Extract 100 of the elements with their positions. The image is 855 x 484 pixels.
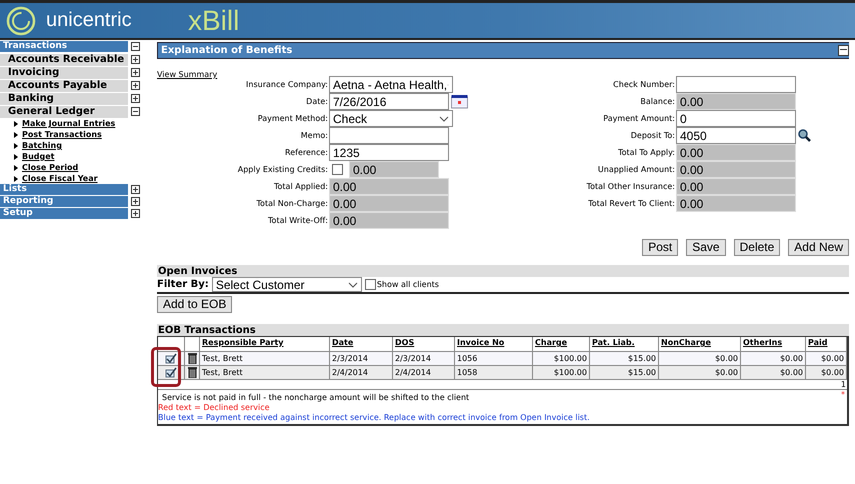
checkbox[interactable]	[332, 164, 343, 175]
input-field[interactable]	[329, 127, 449, 144]
field-label: Apply Existing Credits:	[236, 165, 329, 174]
expand-icon[interactable]	[131, 209, 140, 218]
edit-check-icon[interactable]	[165, 353, 177, 364]
legend-note: Blue text = Payment received against incorrect service. Replace with correct invoice from Open Invoice list.	[158, 413, 591, 423]
legend-note: Red text = Declined service	[158, 403, 271, 413]
collapse-icon[interactable]	[838, 45, 849, 56]
input-field[interactable]: 0	[676, 110, 796, 127]
view-summary-link[interactable]: View Summary	[157, 70, 218, 79]
column-header[interactable]: Pat. Liab.	[590, 337, 659, 351]
highlight-callout	[151, 347, 181, 387]
sidebar-item[interactable]: Banking	[0, 92, 128, 104]
expand-icon[interactable]	[131, 68, 140, 77]
panel-title: Explanation of Benefits	[161, 45, 292, 56]
trash-icon[interactable]	[188, 353, 196, 364]
add-to-eob-button[interactable]: Add to EOB	[157, 296, 232, 313]
sidebar-section[interactable]: Reporting	[0, 196, 128, 207]
readonly-field: 0.00	[676, 178, 796, 195]
expand-icon[interactable]	[131, 81, 140, 90]
sidebar-item[interactable]: Invoicing	[0, 66, 128, 78]
table-cell: $15.00	[590, 365, 659, 379]
sidebar-link[interactable]: Batching	[14, 140, 150, 151]
column-header[interactable]: Invoice No	[455, 337, 533, 351]
product-name: xBill	[188, 4, 240, 36]
field-label: Total Revert To Client:	[587, 199, 676, 208]
sidebar-link[interactable]: Budget	[14, 151, 150, 162]
action-button[interactable]: Save	[686, 239, 726, 256]
sidebar-item[interactable]: Accounts Payable	[0, 80, 128, 92]
sidebar-item[interactable]: Accounts Receivable	[0, 54, 128, 66]
expand-icon[interactable]	[131, 197, 140, 206]
action-button[interactable]: Delete	[734, 239, 780, 256]
sidebar-section[interactable]: Lists	[0, 184, 128, 195]
table-cell: $0.00	[659, 365, 741, 379]
column-header[interactable]: DOS	[393, 337, 455, 351]
table-cell: $0.00	[741, 365, 806, 379]
table-cell: 2/4/2014	[330, 365, 393, 379]
readonly-field: 0.00	[329, 195, 449, 212]
readonly-field: 0.00	[676, 93, 796, 110]
logo-icon	[6, 6, 36, 36]
field-label: Insurance Company:	[245, 80, 329, 89]
table-cell: Test, Brett	[200, 365, 330, 379]
input-field[interactable]: 1235	[329, 144, 449, 161]
readonly-field: 0.00	[676, 144, 796, 161]
action-button[interactable]: Post	[642, 239, 678, 256]
collapse-icon[interactable]	[131, 107, 140, 116]
field-label: Total Non-Charge:	[256, 199, 329, 208]
date-field[interactable]: 7/26/2016	[329, 93, 449, 110]
checkbox[interactable]	[364, 279, 376, 290]
checkbox-label: Show all clients	[376, 280, 439, 289]
sidebar-item[interactable]: General Ledger	[0, 106, 128, 118]
field-label: Deposit To:	[630, 131, 676, 140]
readonly-field: 0.00	[676, 161, 796, 178]
table-cell: $0.00	[659, 351, 741, 365]
section-title: EOB Transactions	[157, 324, 256, 336]
edit-check-icon[interactable]	[165, 367, 177, 378]
table-cell: 2/3/2014	[393, 351, 455, 365]
table-cell: $15.00	[590, 351, 659, 365]
filter-label: Filter By:	[157, 279, 209, 290]
expand-icon[interactable]	[131, 94, 140, 103]
column-header[interactable]: OtherIns	[741, 337, 806, 351]
input-field[interactable]	[676, 76, 796, 93]
required-mark: *	[841, 390, 845, 399]
readonly-field: 0.00	[329, 178, 449, 195]
sidebar-section[interactable]: Setup	[0, 208, 128, 219]
section-title: Open Invoices	[157, 266, 238, 276]
sidebar-link[interactable]: Post Transactions	[14, 129, 150, 140]
search-icon[interactable]	[798, 129, 811, 142]
expand-icon[interactable]	[131, 55, 140, 64]
legend-note: Service is not paid in full - the noncharge amount will be shifted to the client	[161, 393, 470, 403]
column-header[interactable]: Paid	[806, 337, 847, 351]
table-cell: $0.00	[806, 365, 847, 379]
column-header[interactable]: Responsible Party	[200, 337, 330, 351]
field-label: Total Write-Off:	[267, 216, 329, 225]
select-field[interactable]: Aetna - Aetna Health,	[329, 76, 453, 93]
select-field[interactable]: Check	[329, 110, 453, 127]
column-header[interactable]: Date	[330, 337, 393, 351]
column-header[interactable]: NonCharge	[659, 337, 741, 351]
field-label: Balance:	[639, 97, 676, 106]
column-header[interactable]: Charge	[533, 337, 590, 351]
table-cell: $100.00	[533, 365, 590, 379]
trash-icon[interactable]	[188, 367, 196, 378]
caret-icon	[348, 282, 358, 288]
readonly-field: 0.00	[349, 161, 439, 178]
customer-select[interactable]: Select Customer	[212, 277, 362, 292]
calendar-icon[interactable]	[451, 94, 468, 108]
collapse-icon[interactable]	[131, 42, 140, 51]
field-label: Total Other Insurance:	[586, 182, 676, 191]
field-label: Check Number:	[612, 80, 676, 89]
table-cell: $100.00	[533, 351, 590, 365]
expand-icon[interactable]	[131, 185, 140, 194]
page-number[interactable]: 1	[840, 380, 846, 389]
sidebar-section[interactable]: Transactions	[0, 41, 128, 52]
field-label: Payment Amount:	[602, 114, 676, 123]
sidebar-link[interactable]: Make Journal Entries	[14, 118, 150, 129]
action-button[interactable]: Add New	[788, 239, 849, 256]
readonly-field: 0.00	[676, 195, 796, 212]
input-field[interactable]: 4050	[676, 127, 796, 144]
sidebar-link[interactable]: Close Period	[14, 162, 150, 173]
caret-icon	[439, 116, 449, 122]
